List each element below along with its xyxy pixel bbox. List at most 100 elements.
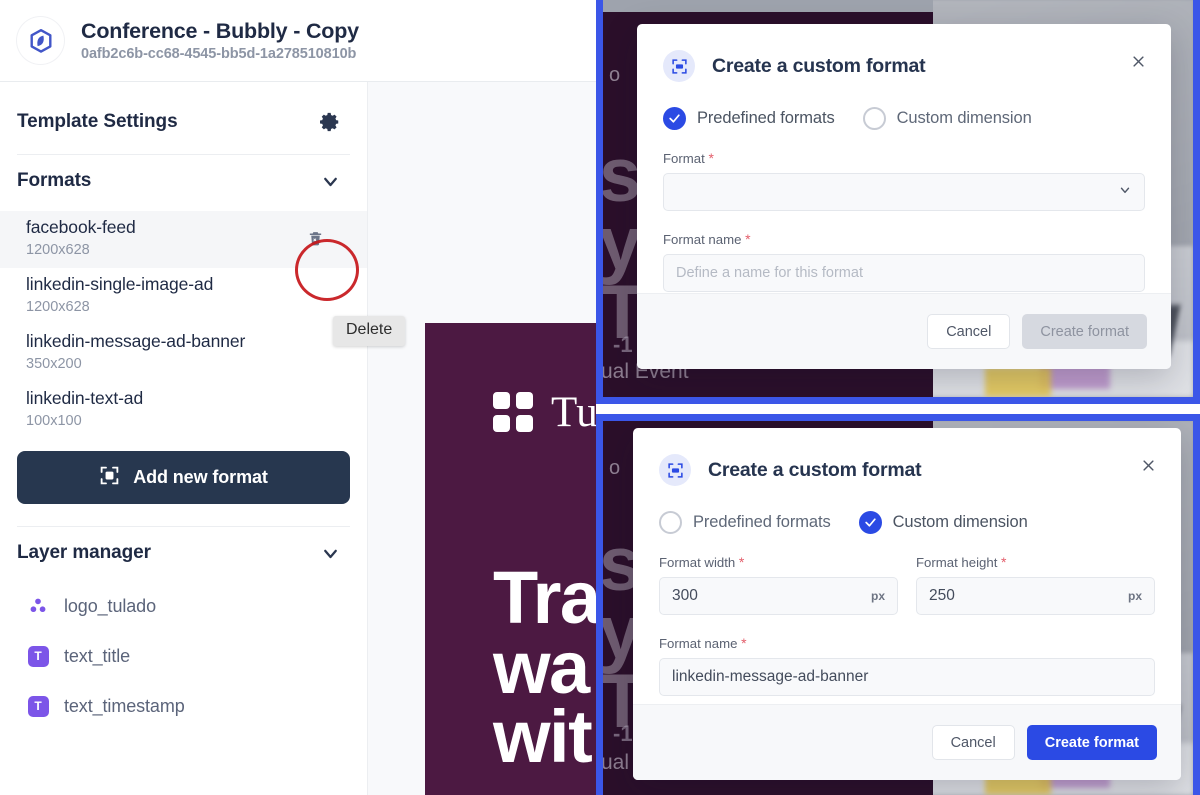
dialog-footer: Cancel Create format — [633, 704, 1181, 780]
format-name-label: Format name * — [659, 635, 1155, 651]
format-name-input-wrap[interactable]: Define a name for this format — [663, 254, 1145, 292]
layer-item-text-title[interactable]: T text_title — [0, 631, 367, 681]
format-dimensions: 100x100 — [26, 413, 82, 430]
formats-label: Formats — [17, 170, 92, 191]
gear-icon[interactable] — [317, 109, 343, 135]
bg-small-text: o — [609, 64, 621, 86]
create-custom-format-dialog-custom: Create a custom format Predefined format… — [633, 428, 1181, 780]
format-width-value: 300 — [672, 587, 698, 604]
format-name-input-wrap[interactable]: linkedin-message-ad-banner — [659, 658, 1155, 696]
text-layer-icon: T — [26, 644, 50, 668]
app-header: Conference - Bubbly - Copy 0afb2c6b-cc68… — [0, 0, 596, 82]
add-new-format-button[interactable]: Add new format — [17, 451, 350, 504]
format-select[interactable] — [663, 173, 1145, 211]
format-name: linkedin-message-ad-banner — [26, 331, 246, 352]
frame-crop-icon — [659, 454, 691, 486]
field-label-text: Format — [663, 151, 705, 166]
screenshot-panel-predefined: o s y T -1 ual Event Create a custom for… — [596, 0, 1200, 404]
dimension-fields: Format width * 300 px Format height * 25… — [633, 554, 1181, 615]
dialog-header: Create a custom format — [637, 24, 1171, 82]
format-dimensions: 1200x628 — [26, 299, 90, 316]
radio-label: Custom dimension — [892, 513, 1028, 531]
field-label-text: Format width — [659, 555, 736, 570]
format-height-unit: px — [1127, 589, 1142, 603]
radio-unselected-icon — [659, 511, 682, 534]
field-label-text: Format height — [916, 555, 998, 570]
radio-selected-icon — [663, 107, 686, 130]
layer-label: text_timestamp — [64, 695, 185, 716]
close-icon[interactable] — [1127, 50, 1149, 72]
format-name: linkedin-single-image-ad — [26, 274, 214, 295]
frame-crop-icon — [99, 465, 120, 491]
format-width-field: Format width * 300 px — [659, 554, 898, 615]
format-dimensions: 1200x628 — [26, 242, 90, 259]
template-settings-header[interactable]: Template Settings — [0, 96, 367, 148]
required-marker: * — [741, 635, 747, 651]
canvas-area[interactable]: Tu Tra wa wit — [368, 82, 596, 795]
radio-unselected-icon — [862, 107, 886, 130]
format-field-label: Format * — [663, 150, 1145, 166]
chevron-down-icon[interactable] — [317, 540, 343, 566]
format-name: linkedin-text-ad — [26, 388, 144, 409]
cancel-button[interactable]: Cancel — [927, 314, 1011, 349]
text-layer-badge: T — [27, 645, 49, 667]
layer-item-text-timestamp[interactable]: T text_timestamp — [0, 681, 367, 731]
layer-manager-label: Layer manager — [17, 542, 151, 563]
dialog-title: Create a custom format — [708, 458, 922, 481]
document-id: 0afb2c6b-cc68-4545-bb5d-1a278510810b — [81, 46, 357, 62]
format-name-placeholder: Define a name for this format — [676, 265, 863, 281]
radio-custom-dimension[interactable]: Custom dimension — [858, 511, 1028, 534]
create-format-button[interactable]: Create format — [1022, 314, 1147, 349]
format-width-unit: px — [870, 589, 885, 603]
artboard-preview: Tu Tra wa wit — [425, 323, 596, 795]
panel-gap — [596, 404, 1200, 414]
radio-custom-dimension[interactable]: Custom dimension — [862, 107, 1032, 130]
format-row-linkedin-single-image-ad[interactable]: linkedin-single-image-ad 1200x628 — [0, 268, 367, 325]
format-name-field: Format name * Define a name for this for… — [637, 231, 1171, 292]
radio-predefined-formats[interactable]: Predefined formats — [659, 511, 831, 534]
bg-small-text: o — [609, 457, 621, 479]
layers-list: logo_tulado T text_title T text_timestam… — [0, 581, 367, 731]
format-row-linkedin-message-ad-banner[interactable]: linkedin-message-ad-banner 350x200 — [0, 325, 367, 382]
cancel-button[interactable]: Cancel — [931, 725, 1015, 760]
format-height-value: 250 — [929, 587, 955, 604]
format-height-label: Format height * — [916, 554, 1155, 570]
format-dimensions: 350x200 — [26, 356, 82, 373]
delete-tooltip: Delete — [333, 316, 406, 346]
page-title: Conference - Bubbly - Copy — [81, 19, 359, 43]
layer-manager-header[interactable]: Layer manager — [0, 527, 367, 579]
dialog-title: Create a custom format — [712, 54, 926, 77]
format-row-facebook-feed[interactable]: facebook-feed 1200x628 — [0, 211, 367, 268]
brand-leaf-icon — [17, 17, 64, 64]
layer-label: logo_tulado — [64, 595, 156, 616]
format-field: Format * — [637, 150, 1171, 211]
format-height-input-wrap[interactable]: 250 px — [916, 577, 1155, 615]
dialog-footer: Cancel Create format — [637, 293, 1171, 369]
format-row-linkedin-text-ad[interactable]: linkedin-text-ad 100x100 — [0, 382, 367, 439]
bg-number: -1 — [613, 721, 633, 746]
trash-x-icon[interactable] — [298, 221, 332, 256]
required-marker: * — [708, 150, 714, 166]
frame-crop-icon — [663, 50, 695, 82]
radio-label: Predefined formats — [697, 109, 835, 127]
add-new-format-label: Add new format — [133, 467, 268, 487]
layer-item-logo-tulado[interactable]: logo_tulado — [0, 581, 367, 631]
chevron-down-icon[interactable] — [317, 168, 343, 194]
field-label-text: Format name — [663, 232, 742, 247]
formats-section-header[interactable]: Formats — [0, 155, 367, 207]
format-height-field: Format height * 250 px — [916, 554, 1155, 615]
format-name-field: Format name * linkedin-message-ad-banner — [633, 635, 1181, 696]
layer-label: text_title — [64, 645, 131, 666]
field-label-text: Format name — [659, 636, 738, 651]
format-width-input-wrap[interactable]: 300 px — [659, 577, 898, 615]
app-column: Conference - Bubbly - Copy 0afb2c6b-cc68… — [0, 0, 596, 795]
bg-number: -1 — [613, 332, 633, 357]
create-format-button[interactable]: Create format — [1026, 725, 1157, 760]
close-icon[interactable] — [1137, 454, 1159, 476]
dialog-header: Create a custom format — [633, 428, 1181, 486]
format-name-value: linkedin-message-ad-banner — [672, 668, 869, 685]
radio-predefined-formats[interactable]: Predefined formats — [663, 107, 835, 130]
template-settings-label: Template Settings — [17, 111, 178, 132]
format-type-radio-group: Predefined formats Custom dimension — [637, 82, 1171, 130]
dots-logo-icon — [493, 391, 535, 434]
